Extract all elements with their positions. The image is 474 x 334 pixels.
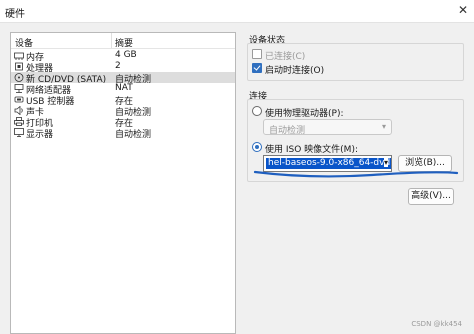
connected-checkbox bbox=[252, 49, 262, 59]
device-summary: 4 GB bbox=[115, 50, 137, 60]
memory-icon bbox=[14, 52, 24, 60]
advanced-button[interactable]: 高级(V)... bbox=[408, 188, 454, 205]
usb-icon bbox=[14, 96, 24, 103]
title-bar: 硬件 ✕ bbox=[0, 0, 474, 23]
cd-dvd-icon bbox=[14, 73, 24, 82]
physical-drive-radio[interactable] bbox=[252, 106, 262, 116]
device-summary: 2 bbox=[115, 61, 121, 71]
watermark: CSDN @kk454 bbox=[411, 320, 462, 328]
physical-drive-select[interactable]: 自动检测 ▾ bbox=[263, 119, 392, 136]
network-adapter-icon bbox=[14, 84, 24, 93]
blue-underline-annotation bbox=[253, 170, 459, 178]
column-header-device[interactable]: 设备 bbox=[15, 36, 33, 49]
display-icon bbox=[14, 128, 24, 137]
column-separator[interactable] bbox=[111, 33, 112, 48]
connected-label: 已连接(C) bbox=[265, 52, 306, 62]
physical-drive-value: 自动检测 bbox=[269, 126, 306, 136]
device-row-cd-dvd[interactable]: 新 CD/DVD (SATA) 自动检测 bbox=[11, 72, 235, 85]
chevron-down-icon[interactable]: ▾ bbox=[383, 158, 388, 167]
device-name: 显示器 bbox=[26, 130, 54, 140]
connect-at-power-on-label[interactable]: 启动时连接(O) bbox=[265, 63, 324, 76]
sound-card-icon bbox=[14, 106, 23, 115]
connect-at-power-on-checkbox[interactable] bbox=[252, 63, 262, 73]
device-row-display[interactable]: 显示器 自动检测 bbox=[11, 127, 235, 140]
device-row-usb-controller[interactable]: USB 控制器 存在 bbox=[11, 94, 235, 107]
printer-icon bbox=[14, 117, 24, 126]
device-list-header: 设备 摘要 bbox=[11, 33, 235, 49]
chevron-down-icon: ▾ bbox=[381, 122, 386, 131]
device-summary: NAT bbox=[115, 83, 133, 93]
column-header-summary[interactable]: 摘要 bbox=[115, 36, 133, 49]
cpu-icon bbox=[15, 62, 23, 71]
device-row-sound-card[interactable]: 声卡 自动检测 bbox=[11, 105, 235, 118]
device-list[interactable]: 设备 摘要 内存 4 GB 处理器 2 新 CD/DVD (SATA) 自动检测… bbox=[10, 32, 236, 334]
device-summary: 自动检测 bbox=[115, 130, 152, 140]
iso-image-label[interactable]: 使用 ISO 映像文件(M): bbox=[265, 142, 358, 155]
iso-image-radio[interactable] bbox=[252, 142, 262, 152]
physical-drive-label[interactable]: 使用物理驱动器(P): bbox=[265, 106, 343, 119]
device-row-processor[interactable]: 处理器 2 bbox=[11, 61, 235, 74]
device-row-printer[interactable]: 打印机 存在 bbox=[11, 116, 235, 129]
close-icon[interactable]: ✕ bbox=[456, 3, 470, 17]
device-row-network-adapter[interactable]: 网络适配器 NAT bbox=[11, 83, 235, 96]
window-title: 硬件 bbox=[5, 9, 25, 20]
device-row-memory[interactable]: 内存 4 GB bbox=[11, 50, 235, 63]
